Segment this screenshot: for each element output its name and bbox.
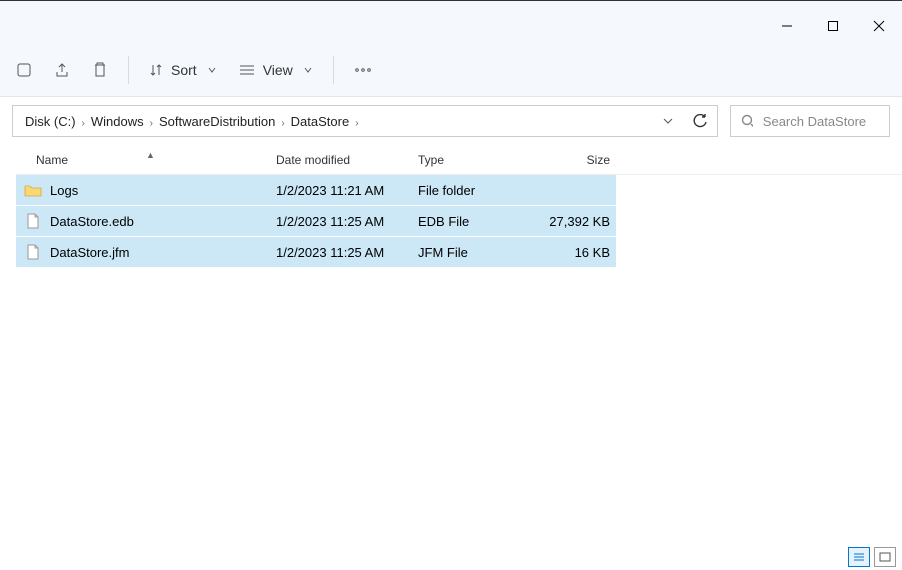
chevron-down-icon [207, 65, 217, 75]
sort-button[interactable]: Sort [139, 52, 227, 88]
list-icon [853, 552, 865, 562]
sort-icon [149, 63, 163, 77]
breadcrumb-segment[interactable]: SoftwareDistribution [155, 112, 279, 131]
more-button[interactable] [344, 52, 382, 88]
file-icon [24, 243, 42, 261]
column-header-type[interactable]: Type [418, 153, 536, 167]
view-button[interactable]: View [229, 52, 323, 88]
breadcrumb-segment[interactable]: Windows [87, 112, 148, 131]
share-button[interactable] [44, 52, 80, 88]
minimize-button[interactable] [764, 11, 810, 41]
share-icon [54, 62, 70, 78]
trash-icon [92, 61, 108, 79]
column-header-size[interactable]: Size [536, 153, 616, 167]
maximize-button[interactable] [810, 11, 856, 41]
file-name: DataStore.edb [50, 214, 134, 229]
cut-icon [16, 62, 32, 78]
view-icon [239, 63, 255, 77]
file-date: 1/2/2023 11:25 AM [276, 245, 418, 260]
search-box[interactable] [730, 105, 890, 137]
refresh-icon [693, 114, 708, 129]
chevron-down-icon [662, 115, 674, 127]
file-date: 1/2/2023 11:25 AM [276, 214, 418, 229]
chevron-down-icon [303, 65, 313, 75]
file-row[interactable]: DataStore.jfm 1/2/2023 11:25 AMJFM File16… [16, 237, 616, 268]
column-header-name[interactable]: Name ▲ [16, 153, 276, 167]
folder-icon [24, 181, 42, 199]
breadcrumb-segment[interactable]: Disk (C:) [21, 112, 80, 131]
ellipsis-icon [354, 63, 372, 77]
file-row[interactable]: DataStore.edb 1/2/2023 11:25 AMEDB File27… [16, 206, 616, 237]
toolbar: Sort View [0, 43, 902, 97]
file-name: Logs [50, 183, 78, 198]
file-icon [24, 212, 42, 230]
file-date: 1/2/2023 11:21 AM [276, 183, 418, 198]
chevron-right-icon: › [80, 118, 87, 129]
chevron-right-icon: › [353, 118, 360, 129]
column-headers: Name ▲ Date modified Type Size [16, 145, 902, 175]
refresh-button[interactable] [691, 114, 709, 129]
history-dropdown[interactable] [659, 115, 677, 127]
thumbnails-view-button[interactable] [874, 547, 896, 567]
chevron-right-icon: › [148, 118, 155, 129]
file-size: 27,392 KB [536, 214, 616, 229]
file-size: 16 KB [536, 245, 616, 260]
window-titlebar [0, 1, 902, 43]
file-row[interactable]: Logs 1/2/2023 11:21 AMFile folder [16, 175, 616, 206]
breadcrumb-segment[interactable]: DataStore [287, 112, 354, 131]
sort-indicator-icon: ▲ [146, 150, 155, 160]
toolbar-separator [333, 56, 334, 84]
search-input[interactable] [763, 114, 879, 129]
file-name: DataStore.jfm [50, 245, 129, 260]
delete-button[interactable] [82, 52, 118, 88]
column-header-date[interactable]: Date modified [276, 153, 418, 167]
file-list: Name ▲ Date modified Type Size Logs 1/2/2… [0, 145, 902, 268]
file-type: File folder [418, 183, 536, 198]
status-bar [842, 544, 902, 570]
search-icon [741, 114, 753, 128]
file-type: EDB File [418, 214, 536, 229]
address-row: Disk (C:)›Windows›SoftwareDistribution›D… [0, 97, 902, 145]
view-label: View [263, 62, 293, 78]
close-button[interactable] [856, 11, 902, 41]
grid-icon [879, 552, 891, 562]
chevron-right-icon: › [279, 118, 286, 129]
file-type: JFM File [418, 245, 536, 260]
details-view-button[interactable] [848, 547, 870, 567]
toolbar-separator [128, 56, 129, 84]
sort-label: Sort [171, 62, 197, 78]
address-bar[interactable]: Disk (C:)›Windows›SoftwareDistribution›D… [12, 105, 718, 137]
cut-button[interactable] [6, 52, 42, 88]
